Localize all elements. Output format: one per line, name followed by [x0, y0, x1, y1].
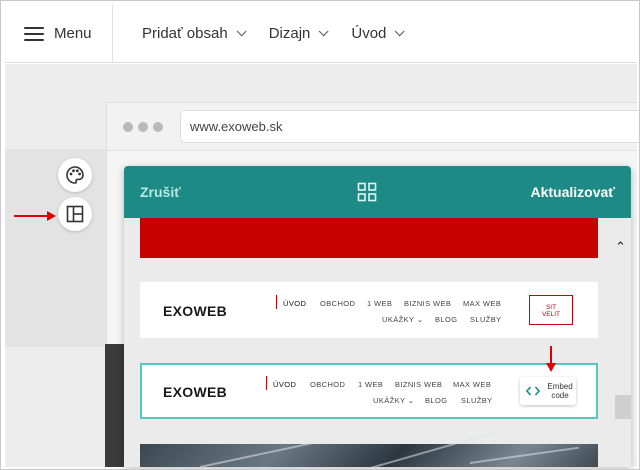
menu-item: BIZNIS WEB — [395, 380, 443, 389]
menu-item: BLOG — [425, 396, 448, 405]
design-tool-button[interactable] — [58, 158, 92, 192]
embed-line: code — [551, 391, 569, 400]
cancel-button[interactable]: Zrušiť — [140, 184, 181, 200]
menu-item: 1 WEB — [358, 380, 384, 389]
menu-item: ÚVOD — [283, 299, 307, 308]
menu-button[interactable]: Menu — [5, 5, 113, 62]
menu-item: OBCHOD — [310, 380, 346, 389]
menu-item: BLOG — [435, 315, 458, 324]
menu-divider — [276, 295, 277, 309]
add-content-dropdown[interactable]: Pridať obsah — [142, 25, 247, 42]
screenshot-frame: Menu Pridať obsah Dizajn Úvod www.exoweb… — [0, 0, 640, 470]
menu-item: MAX WEB — [463, 299, 502, 308]
chevron-down-icon — [319, 26, 329, 37]
menu-item: 1 WEB — [367, 299, 393, 308]
layout-options-list: EXOWEB ÚVOD OBCHOD 1 WEB BIZNIS WEB MAX … — [124, 218, 631, 467]
cta-button: SIT VELIT — [529, 295, 573, 325]
scrollbar-thumb[interactable] — [615, 395, 631, 419]
menu-item: SLUŽBY — [461, 396, 493, 405]
page-label: Úvod — [351, 25, 387, 42]
code-brackets-icon — [526, 386, 540, 396]
photo-detail — [199, 441, 318, 467]
window-dot — [153, 122, 163, 132]
annotation-arrow-icon — [14, 211, 56, 221]
window-dot — [138, 122, 148, 132]
menu-item: UKÁŽKY ⌄ — [373, 396, 415, 405]
add-content-label: Pridať obsah — [142, 25, 228, 42]
modal-header: Zrušiť Aktualizovať — [124, 166, 631, 218]
design-label: Dizajn — [268, 25, 311, 42]
layout-option-preview[interactable] — [140, 218, 598, 258]
chevron-down-icon — [236, 26, 247, 37]
layout-option-photo[interactable] — [140, 431, 598, 467]
menu-item: SLUŽBY — [470, 315, 502, 324]
header-layout-modal: Zrušiť Aktualizovať EXOWEB ÚVOD OBCHOD 1… — [124, 166, 631, 467]
menu-item: UKÁŽKY ⌄ — [382, 315, 424, 324]
layout-tool-button[interactable] — [58, 197, 92, 231]
menu-item: BIZNIS WEB — [404, 299, 452, 308]
logo-text: EXOWEB — [163, 303, 228, 319]
window-dot — [123, 122, 133, 132]
layout-option-header-1[interactable]: EXOWEB ÚVOD OBCHOD 1 WEB BIZNIS WEB MAX … — [140, 282, 598, 338]
page-dropdown[interactable]: Úvod — [351, 25, 405, 42]
palette-icon — [66, 166, 84, 184]
browser-address-bar: www.exoweb.sk — [107, 103, 639, 151]
layout-icon — [66, 205, 84, 223]
layout-option-header-2[interactable]: EXOWEB ÚVOD OBCHOD 1 WEB BIZNIS WEB MAX … — [140, 363, 598, 419]
menu-item: MAX WEB — [453, 380, 492, 389]
embed-line: Embed — [547, 382, 573, 391]
scroll-up-icon[interactable]: ⌃ — [615, 239, 626, 255]
embed-code-label: Embed code — [545, 382, 575, 400]
annotation-arrow-icon — [546, 346, 556, 372]
design-dropdown[interactable]: Dizajn — [268, 25, 329, 42]
photo-detail — [469, 446, 580, 464]
menu-item: OBCHOD — [320, 299, 356, 308]
menu-label: Menu — [54, 25, 92, 42]
url-field: www.exoweb.sk — [180, 110, 639, 143]
cta-line: VELIT — [541, 311, 561, 318]
cta-line: SIT — [545, 304, 557, 311]
grid-layout-icon — [357, 182, 377, 202]
hamburger-icon — [24, 26, 44, 41]
update-button[interactable]: Aktualizovať — [530, 184, 615, 200]
editor-toolbar: Menu Pridať obsah Dizajn Úvod — [5, 5, 637, 63]
menu-divider — [266, 376, 267, 390]
embed-code-button[interactable]: Embed code — [520, 377, 576, 405]
chevron-down-icon — [395, 26, 405, 37]
logo-text: EXOWEB — [163, 384, 228, 400]
menu-item: ÚVOD — [273, 380, 297, 389]
